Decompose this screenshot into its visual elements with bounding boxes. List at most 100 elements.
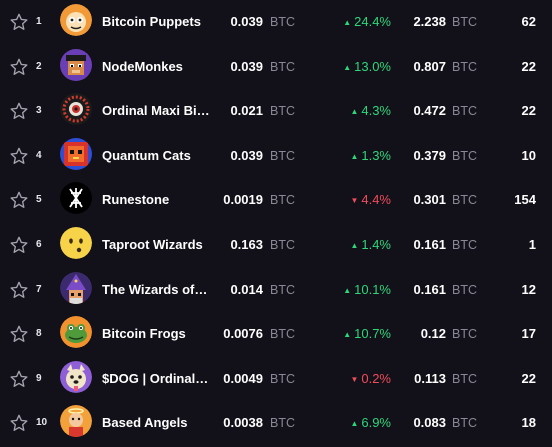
collection-name[interactable]: $DOG | Ordinal…: [102, 357, 210, 401]
rank-number: 5: [36, 194, 42, 205]
volume: 2.238: [413, 14, 446, 29]
rank-number: 1: [36, 16, 42, 27]
volume: 0.379: [413, 148, 446, 163]
price-change: ▲ 1.4%: [350, 223, 391, 267]
floor-price: 0.014: [230, 282, 263, 297]
sales-count: 22: [521, 59, 536, 74]
floor-price: 0.021: [230, 103, 263, 118]
volume-unit: BTC: [452, 238, 477, 252]
volume-unit: BTC: [452, 193, 477, 207]
collection-name[interactable]: Quantum Cats: [102, 134, 210, 178]
collection-row[interactable]: 6 Taproot Wizards 0.163 BTC ▲ 1.4% 0.161 …: [0, 223, 552, 267]
rank-number: 2: [36, 61, 42, 72]
collection-avatar[interactable]: [60, 4, 92, 36]
collection-avatar[interactable]: [60, 272, 92, 304]
collection-row[interactable]: 8 Bitcoin Frogs 0.0076 BTC ▲ 10.7% 0.12 B…: [0, 312, 552, 356]
sales-count: 10: [521, 148, 536, 163]
price-change: ▲ 10.7%: [343, 312, 391, 356]
collection-avatar[interactable]: [60, 182, 92, 214]
floor-price: 0.0019: [223, 192, 263, 207]
change-value: 10.7%: [354, 326, 391, 341]
triangle-down-icon: ▼: [350, 196, 359, 205]
collection-avatar[interactable]: [60, 316, 92, 348]
collection-name[interactable]: The Wizards of…: [102, 268, 210, 312]
volume: 0.807: [413, 59, 446, 74]
price-change: ▲ 10.1%: [343, 268, 391, 312]
collection-row[interactable]: 1 Bitcoin Puppets 0.039 BTC ▲ 24.4% 2.238…: [0, 0, 552, 44]
collection-row[interactable]: 2 NodeMonkes 0.039 BTC ▲ 13.0% 0.807 BTC …: [0, 45, 552, 89]
price-unit: BTC: [270, 327, 295, 341]
volume-unit: BTC: [452, 327, 477, 341]
collection-row[interactable]: 4 Quantum Cats 0.039 BTC ▲ 1.3% 0.379 BTC…: [0, 134, 552, 178]
collection-row[interactable]: 3 Ordinal Maxi Bi… 0.021 BTC ▲ 4.3% 0.472…: [0, 89, 552, 133]
price-unit: BTC: [270, 372, 295, 386]
volume: 0.12: [420, 326, 446, 341]
price-change: ▲ 6.9%: [350, 401, 391, 445]
price-unit: BTC: [270, 193, 295, 207]
price-unit: BTC: [270, 104, 295, 118]
triangle-up-icon: ▲: [343, 18, 352, 27]
price-unit: BTC: [270, 416, 295, 430]
volume: 0.113: [414, 371, 446, 386]
collection-name[interactable]: Based Angels: [102, 401, 210, 445]
change-value: 13.0%: [354, 59, 391, 74]
volume-unit: BTC: [452, 372, 477, 386]
collection-name[interactable]: NodeMonkes: [102, 45, 210, 89]
star-outline-icon[interactable]: [9, 190, 29, 210]
collection-row[interactable]: 10 Based Angels 0.0038 BTC ▲ 6.9% 0.083 B…: [0, 401, 552, 445]
collection-avatar[interactable]: [60, 138, 92, 170]
star-outline-icon[interactable]: [9, 324, 29, 344]
collection-row[interactable]: 9 $DOG | Ordinal… 0.0049 BTC ▼ 0.2% 0.113…: [0, 357, 552, 401]
floor-price: 0.0038: [223, 415, 263, 430]
collection-name[interactable]: Bitcoin Frogs: [102, 312, 210, 356]
triangle-up-icon: ▲: [343, 286, 352, 295]
collection-name[interactable]: Runestone: [102, 178, 210, 222]
collection-name[interactable]: Taproot Wizards: [102, 223, 210, 267]
price-change: ▲ 13.0%: [343, 45, 391, 89]
collection-name[interactable]: Bitcoin Puppets: [102, 0, 210, 44]
price-unit: BTC: [270, 238, 295, 252]
star-outline-icon[interactable]: [9, 280, 29, 300]
star-outline-icon[interactable]: [9, 12, 29, 32]
collection-avatar[interactable]: [60, 93, 92, 125]
rank-number: 7: [36, 284, 42, 295]
price-unit: BTC: [270, 283, 295, 297]
floor-price: 0.0076: [223, 326, 263, 341]
volume: 0.161: [413, 237, 446, 252]
volume-unit: BTC: [452, 149, 477, 163]
triangle-up-icon: ▲: [350, 152, 359, 161]
star-outline-icon[interactable]: [9, 101, 29, 121]
star-outline-icon[interactable]: [9, 369, 29, 389]
floor-price: 0.0049: [223, 371, 263, 386]
price-change: ▼ 4.4%: [350, 178, 391, 222]
change-value: 10.1%: [354, 282, 391, 297]
price-unit: BTC: [270, 149, 295, 163]
triangle-up-icon: ▲: [350, 107, 359, 116]
triangle-down-icon: ▼: [350, 375, 359, 384]
triangle-up-icon: ▲: [350, 241, 359, 250]
collection-avatar[interactable]: [60, 405, 92, 437]
rank-number: 3: [36, 105, 42, 116]
sales-count: 62: [521, 14, 536, 29]
triangle-up-icon: ▲: [343, 330, 352, 339]
change-value: 4.4%: [361, 192, 391, 207]
price-unit: BTC: [270, 15, 295, 29]
rank-number: 8: [36, 328, 42, 339]
collection-avatar[interactable]: [60, 361, 92, 393]
collection-name[interactable]: Ordinal Maxi Bi…: [102, 89, 210, 133]
collection-avatar[interactable]: [60, 227, 92, 259]
collection-row[interactable]: 5 Runestone 0.0019 BTC ▼ 4.4% 0.301 BTC 1…: [0, 178, 552, 222]
collection-avatar[interactable]: [60, 49, 92, 81]
star-outline-icon[interactable]: [9, 57, 29, 77]
change-value: 0.2%: [361, 371, 391, 386]
star-outline-icon[interactable]: [9, 146, 29, 166]
rank-number: 4: [36, 150, 42, 161]
volume: 0.083: [413, 415, 446, 430]
price-change: ▲ 24.4%: [343, 0, 391, 44]
volume: 0.161: [413, 282, 446, 297]
collection-row[interactable]: 7 The Wizards of… 0.014 BTC ▲ 10.1% 0.161…: [0, 268, 552, 312]
floor-price: 0.039: [230, 148, 263, 163]
star-outline-icon[interactable]: [9, 413, 29, 433]
floor-price: 0.039: [230, 14, 263, 29]
star-outline-icon[interactable]: [9, 235, 29, 255]
